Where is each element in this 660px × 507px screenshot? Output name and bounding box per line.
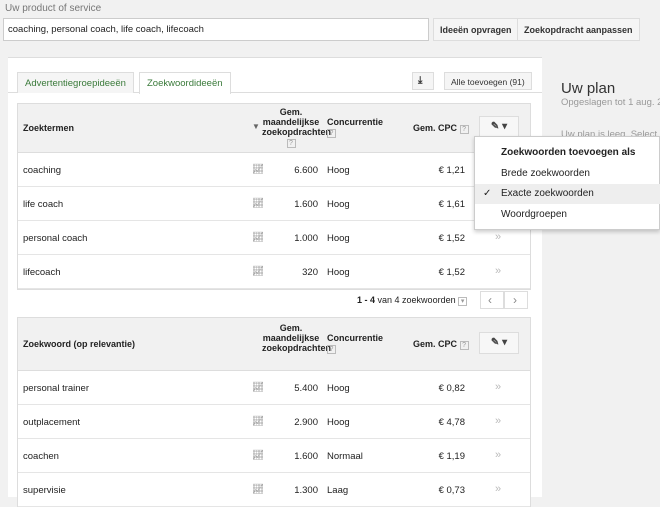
edit-match-type-button[interactable]: ✎ ▾ xyxy=(479,116,519,138)
avg-cpc: € 1,21 xyxy=(438,165,465,176)
table-header: Zoekwoord (op relevantie) Gem. maandelij… xyxy=(18,318,530,371)
menu-item-exact[interactable]: ✓ Exacte zoekwoorden xyxy=(475,184,660,204)
add-keyword-icon[interactable]: » xyxy=(495,231,501,243)
col-monthly-searches[interactable]: Gem. maandelijkse zoekopdrachten ? xyxy=(262,107,331,148)
col-keyword[interactable]: Zoekwoord (op relevantie) xyxy=(23,339,135,349)
keyword-term: supervisie xyxy=(23,485,66,496)
check-icon: ✓ xyxy=(483,188,492,199)
keyword-term: lifecoach xyxy=(23,267,61,278)
table-row: coaching 📈︎ 6.600 Hoog € 1,21 » xyxy=(18,153,530,187)
menu-title: Zoekwoorden toevoegen als xyxy=(501,147,636,158)
trend-chart-icon[interactable]: 📈︎ xyxy=(252,484,264,495)
col-search-terms[interactable]: Zoektermen xyxy=(23,123,74,133)
keyword-term: coaching xyxy=(23,165,62,176)
monthly-searches: 5.400 xyxy=(294,383,318,394)
monthly-searches: 6.600 xyxy=(294,165,318,176)
table-row: coachen 📈︎ 1.600 Normaal € 1,19 » xyxy=(18,439,530,473)
keyword-term: life coach xyxy=(23,199,64,210)
trend-chart-icon[interactable]: 📈︎ xyxy=(252,164,264,175)
pagination: 1 - 4 van 4 zoekwoorden ▾ xyxy=(357,295,468,306)
add-keyword-icon[interactable]: » xyxy=(495,381,501,393)
monthly-searches: 1.300 xyxy=(294,485,318,496)
col-monthly-searches[interactable]: Gem. maandelijkse zoekopdrachten xyxy=(262,323,331,353)
trend-chart-icon[interactable]: 📈︎ xyxy=(252,416,264,427)
col-cpc[interactable]: Gem. CPC ? xyxy=(413,123,469,134)
keyword-ideas-table: Zoekwoord (op relevantie) Gem. maandelij… xyxy=(17,317,531,507)
plan-panel: Uw plan Opgeslagen tot 1 aug. 2 Uw plan … xyxy=(545,57,660,497)
help-icon[interactable]: ? xyxy=(327,129,336,138)
menu-item-phrase[interactable]: Woordgroepen xyxy=(475,205,660,225)
competition: Laag xyxy=(327,485,349,496)
page-range: 1 - 4 xyxy=(357,295,376,305)
page-total: van 4 zoekwoorden xyxy=(377,295,456,305)
monthly-searches: 1.600 xyxy=(294,451,318,462)
avg-cpc: € 1,61 xyxy=(438,199,465,210)
add-keyword-icon[interactable]: » xyxy=(495,483,501,495)
tab-adgroup-ideas[interactable]: Advertentiegroepideeën xyxy=(17,72,134,93)
col-competition[interactable]: Concurrentie? xyxy=(327,117,383,138)
table-row: outplacement 📈︎ 2.900 Hoog € 4,78 » xyxy=(18,405,530,439)
keyword-term: coachen xyxy=(23,451,59,462)
table-row: personal coach 📈︎ 1.000 Hoog € 1,52 » xyxy=(18,221,530,255)
competition: Hoog xyxy=(327,383,350,394)
add-keyword-icon[interactable]: » xyxy=(495,265,501,277)
download-icon[interactable]: ⤓ xyxy=(412,72,434,90)
trend-chart-icon[interactable]: 📈︎ xyxy=(252,266,264,277)
avg-cpc: € 1,52 xyxy=(438,233,465,244)
search-label: Uw product of service xyxy=(5,3,102,14)
avg-cpc: € 4,78 xyxy=(438,417,465,428)
prev-page-button[interactable]: ‹ xyxy=(480,291,504,309)
monthly-searches: 320 xyxy=(302,267,318,278)
avg-cpc: € 0,82 xyxy=(438,383,465,394)
competition: Hoog xyxy=(327,165,350,176)
col-competition[interactable]: Concurrentie? xyxy=(327,333,383,354)
monthly-searches: 2.900 xyxy=(294,417,318,428)
keyword-term: personal coach xyxy=(23,233,88,244)
trend-chart-icon[interactable]: 📈︎ xyxy=(252,382,264,393)
modify-search-button[interactable]: Zoekopdracht aanpassen xyxy=(517,18,640,41)
competition: Hoog xyxy=(327,267,350,278)
search-terms-table: Zoektermen ▼ Gem. maandelijkse zoekopdra… xyxy=(17,103,531,290)
table-row: supervisie 📈︎ 1.300 Laag € 0,73 » xyxy=(18,473,530,507)
table-row: lifecoach 📈︎ 320 Hoog € 1,52 » xyxy=(18,255,530,289)
competition: Hoog xyxy=(327,199,350,210)
page-size-dropdown[interactable]: ▾ xyxy=(458,297,468,306)
monthly-searches: 1.000 xyxy=(294,233,318,244)
tab-keyword-ideas[interactable]: Zoekwoordideeën xyxy=(139,72,231,94)
monthly-searches: 1.600 xyxy=(294,199,318,210)
avg-cpc: € 1,52 xyxy=(438,267,465,278)
avg-cpc: € 0,73 xyxy=(438,485,465,496)
keyword-term: outplacement xyxy=(23,417,81,428)
add-keyword-icon[interactable]: » xyxy=(495,449,501,461)
menu-item-broad[interactable]: Brede zoekwoorden xyxy=(475,164,660,184)
trend-chart-icon[interactable]: 📈︎ xyxy=(252,232,264,243)
get-ideas-button[interactable]: Ideeën opvragen xyxy=(433,18,519,41)
trend-chart-icon[interactable]: 📈︎ xyxy=(252,198,264,209)
next-page-button[interactable]: › xyxy=(504,291,528,309)
help-icon[interactable]: ? xyxy=(459,341,469,350)
match-type-menu: Zoekwoorden toevoegen als Brede zoekwoor… xyxy=(474,136,660,230)
add-all-button[interactable]: Alle toevoegen (91) xyxy=(444,72,532,90)
menu-item-label: Exacte zoekwoorden xyxy=(501,188,594,199)
search-input[interactable]: coaching, personal coach, life coach, li… xyxy=(3,18,429,41)
competition: Normaal xyxy=(327,451,363,462)
plan-saved: Opgeslagen tot 1 aug. 2 xyxy=(561,97,660,108)
table-row: personal trainer 📈︎ 5.400 Hoog € 0,82 » xyxy=(18,371,530,405)
competition: Hoog xyxy=(327,417,350,428)
table-row: life coach 📈︎ 1.600 Hoog € 1,61 » xyxy=(18,187,530,221)
col-cpc[interactable]: Gem. CPC ? xyxy=(413,339,469,350)
avg-cpc: € 1,19 xyxy=(438,451,465,462)
edit-match-type-button[interactable]: ✎ ▾ xyxy=(479,332,519,354)
keyword-term: personal trainer xyxy=(23,383,90,394)
table-header: Zoektermen ▼ Gem. maandelijkse zoekopdra… xyxy=(18,104,530,153)
help-icon[interactable]: ? xyxy=(459,125,469,134)
sort-desc-icon[interactable]: ▼ xyxy=(252,122,260,131)
help-icon[interactable]: ? xyxy=(327,345,336,354)
competition: Hoog xyxy=(327,233,350,244)
help-icon[interactable]: ? xyxy=(286,139,296,148)
plan-title: Uw plan xyxy=(561,80,616,97)
add-keyword-icon[interactable]: » xyxy=(495,415,501,427)
trend-chart-icon[interactable]: 📈︎ xyxy=(252,450,264,461)
